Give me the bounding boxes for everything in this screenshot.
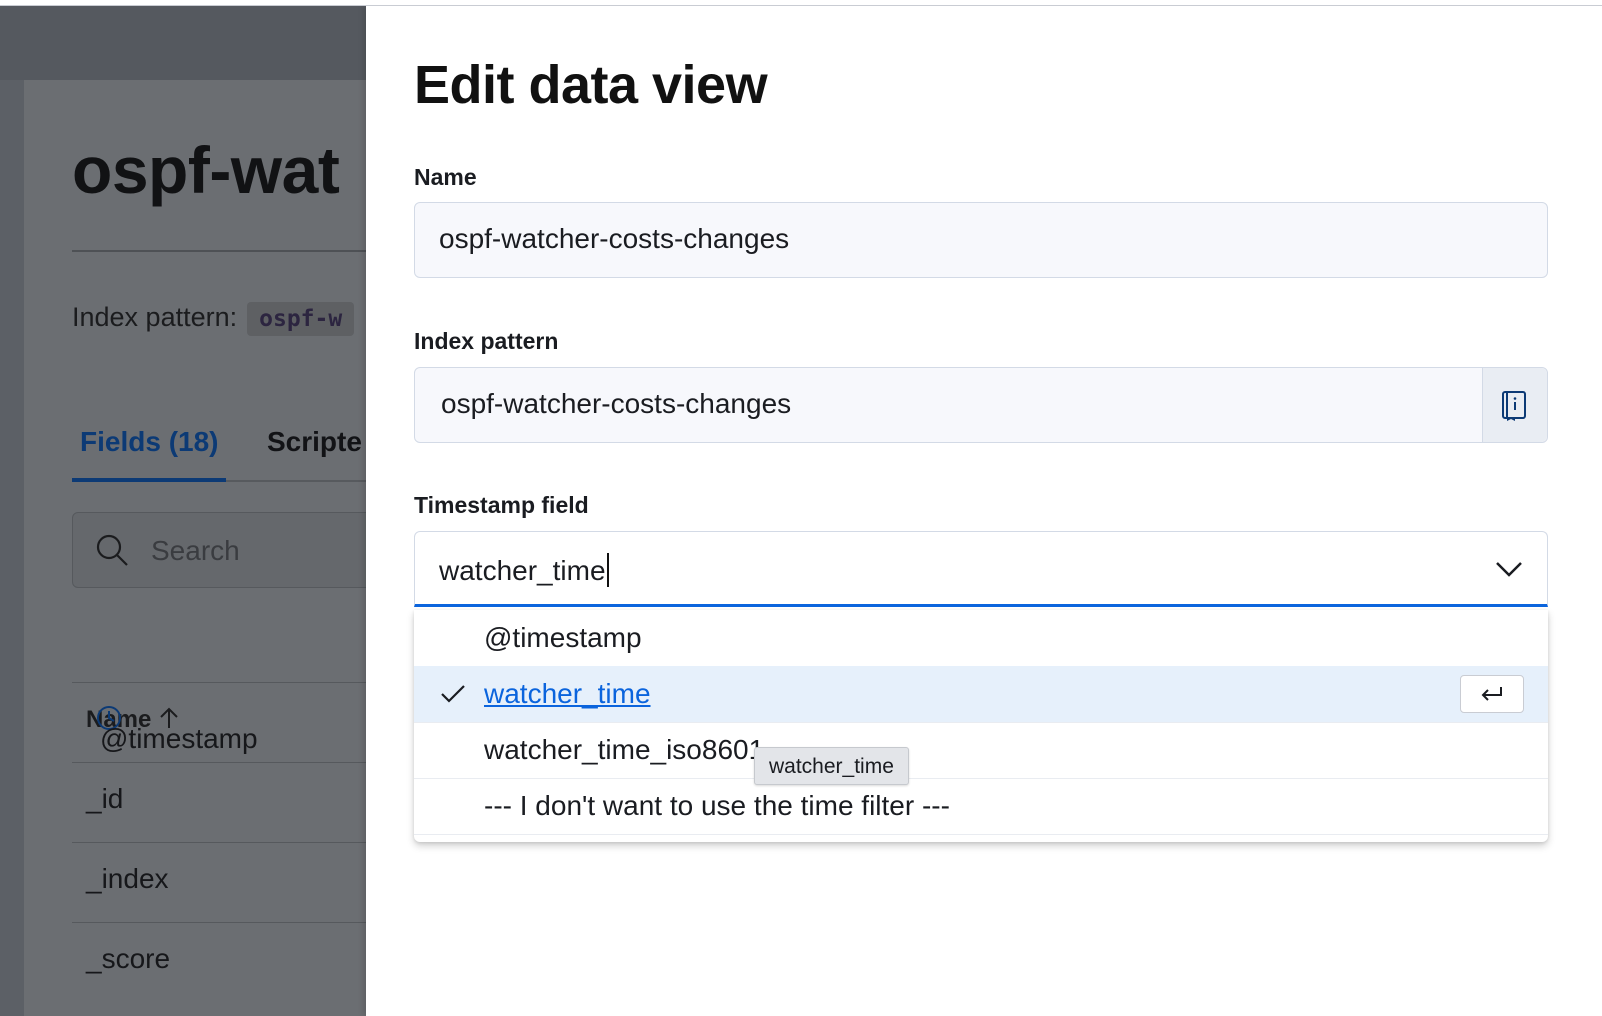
tabs: Fields (18) Scripte [71,420,366,482]
option-label: --- I don't want to use the time filter … [484,790,950,821]
table-row[interactable]: _score [72,922,366,1001]
index-pattern-value: ospf-watcher-costs-changes [441,388,792,419]
option-tooltip: watcher_time [754,747,909,785]
field-name: _index [86,863,169,894]
option-no-time-filter[interactable]: --- I don't want to use the time filter … [414,778,1548,835]
timestamp-input[interactable]: watcher_time [439,553,609,587]
option-watcher-time[interactable]: watcher_time [414,666,1548,723]
tab-scripted-fields[interactable]: Scripte [267,426,362,458]
book-info-icon [1502,391,1526,421]
timestamp-input-text: watcher_time [439,555,606,586]
search-input[interactable]: Search [72,512,366,588]
field-name: @timestamp [86,703,258,754]
name-value: ospf-watcher-costs-changes [439,223,790,254]
table-row[interactable]: @timestamp [72,682,366,761]
option-label: @timestamp [484,622,642,653]
timestamp-options-list: @timestamp watcher_time watcher_time_iso… [414,610,1548,842]
background-panel: ospf-wat Index pattern: ospf-w Fields (18… [24,80,366,1016]
index-pattern-help-button[interactable] [1482,368,1547,442]
background-header [0,6,366,80]
tab-fields[interactable]: Fields (18) [71,426,227,482]
name-label: Name [414,164,477,190]
chevron-down-icon[interactable] [1495,560,1523,578]
field-name: _id [86,783,124,814]
search-placeholder: Search [151,535,240,566]
option-label: watcher_time [484,678,651,709]
window-top-border [0,0,1602,6]
table-row[interactable]: _id [72,762,366,841]
option-timestamp[interactable]: @timestamp [414,610,1548,667]
index-pattern-field[interactable]: ospf-watcher-costs-changes [414,367,1548,443]
enter-key-badge [1460,675,1524,713]
page-title: ospf-wat [72,133,340,207]
search-icon [96,534,128,566]
edit-data-view-flyout: Edit data view Name ospf-watcher-costs-c… [366,6,1602,1016]
index-pattern-badge: ospf-w [247,302,355,336]
return-key-icon [1481,687,1502,701]
timestamp-field-label: Timestamp field [414,492,589,518]
text-caret [606,553,609,587]
field-name-text: @timestamp [100,723,258,754]
field-name: _score [86,943,171,974]
table-row[interactable]: _index [72,842,366,921]
background-page: ospf-wat Index pattern: ospf-w Fields (18… [0,6,366,1016]
name-field[interactable]: ospf-watcher-costs-changes [414,202,1548,278]
index-pattern-label: Index pattern: [72,302,238,333]
timestamp-combobox[interactable]: watcher_time [414,531,1548,607]
index-pattern-row: Index pattern: ospf-w [72,302,355,336]
flyout-title: Edit data view [414,55,768,115]
title-divider [72,250,366,252]
option-label: watcher_time_iso8601 [484,734,765,765]
index-pattern-label: Index pattern [414,328,559,354]
option-watcher-time-iso8601[interactable]: watcher_time_iso8601 [414,722,1548,779]
check-icon [441,685,465,703]
